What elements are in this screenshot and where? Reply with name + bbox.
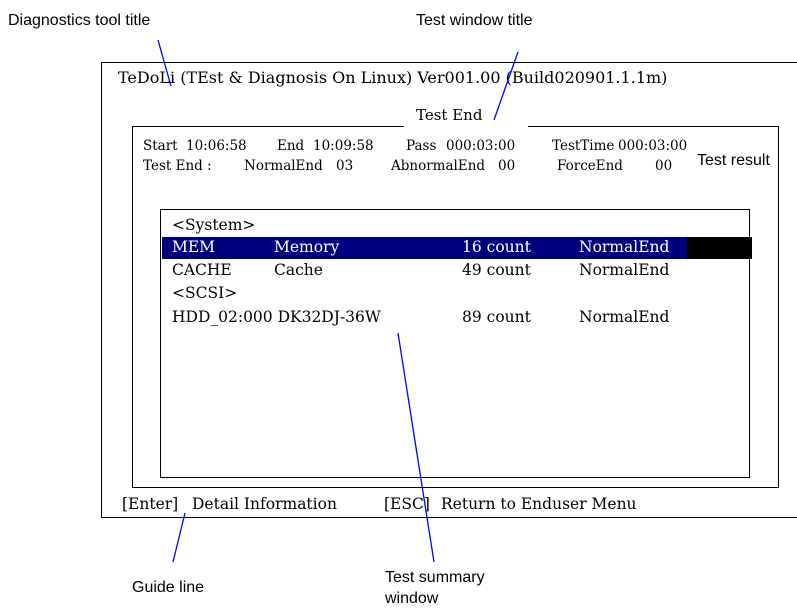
abnormalend-label: AbnormalEnd — [391, 158, 486, 174]
row-mem-status[interactable]: NormalEnd — [579, 238, 669, 256]
selected-row-highlight-tail — [687, 237, 752, 259]
guide-esc-action: Return to Enduser Menu — [441, 495, 637, 513]
guide-enter-key[interactable]: [Enter] — [122, 495, 178, 513]
pass-label: Pass — [406, 138, 437, 154]
end-value: 10:09:58 — [313, 138, 374, 154]
row-hdd-device[interactable]: HDD_02:000 DK32DJ-36W — [172, 308, 381, 326]
forceend-value: 00 — [655, 158, 673, 174]
testend-label: Test End : — [143, 158, 212, 174]
group-system-header: <System> — [172, 216, 256, 234]
row-hdd-count[interactable]: 89 count — [462, 308, 531, 326]
callout-test-summary-window-line2: window — [385, 590, 439, 607]
callout-guide-line: Guide line — [132, 579, 205, 596]
end-label: End — [277, 138, 305, 154]
forceend-label: ForceEnd — [557, 158, 623, 174]
testtime-value: 000:03:00 — [618, 138, 688, 154]
row-cache-id[interactable]: CACHE — [172, 261, 232, 279]
testtime-label: TestTime — [552, 138, 615, 154]
row-hdd-status[interactable]: NormalEnd — [579, 308, 669, 326]
row-cache-status[interactable]: NormalEnd — [579, 261, 669, 279]
guide-enter-action: Detail Information — [192, 495, 337, 513]
leader-guide-line — [172, 512, 186, 563]
row-mem-name[interactable]: Memory — [274, 238, 339, 256]
normalend-label: NormalEnd — [244, 158, 323, 174]
abnormalend-value: 00 — [498, 158, 516, 174]
row-cache-name[interactable]: Cache — [274, 261, 323, 279]
row-cache-count[interactable]: 49 count — [462, 261, 531, 279]
pass-value: 000:03:00 — [446, 138, 516, 154]
test-window-title: Test End — [416, 106, 483, 124]
row-mem-id[interactable]: MEM — [172, 238, 215, 256]
callout-diagnostics-tool-title: Diagnostics tool title — [8, 12, 151, 29]
group-scsi-header: <SCSI> — [172, 284, 238, 302]
callout-test-window-title: Test window title — [416, 12, 533, 29]
row-mem-count[interactable]: 16 count — [462, 238, 531, 256]
guide-esc-key[interactable]: [ESC] — [384, 495, 430, 513]
start-value: 10:06:58 — [186, 138, 247, 154]
normalend-value: 03 — [336, 158, 354, 174]
diagnostics-tool-title: TeDoLi (TEst & Diagnosis On Linux) Ver00… — [118, 68, 668, 87]
start-label: Start — [143, 138, 178, 154]
callout-test-summary-window-line1: Test summary — [385, 569, 485, 586]
